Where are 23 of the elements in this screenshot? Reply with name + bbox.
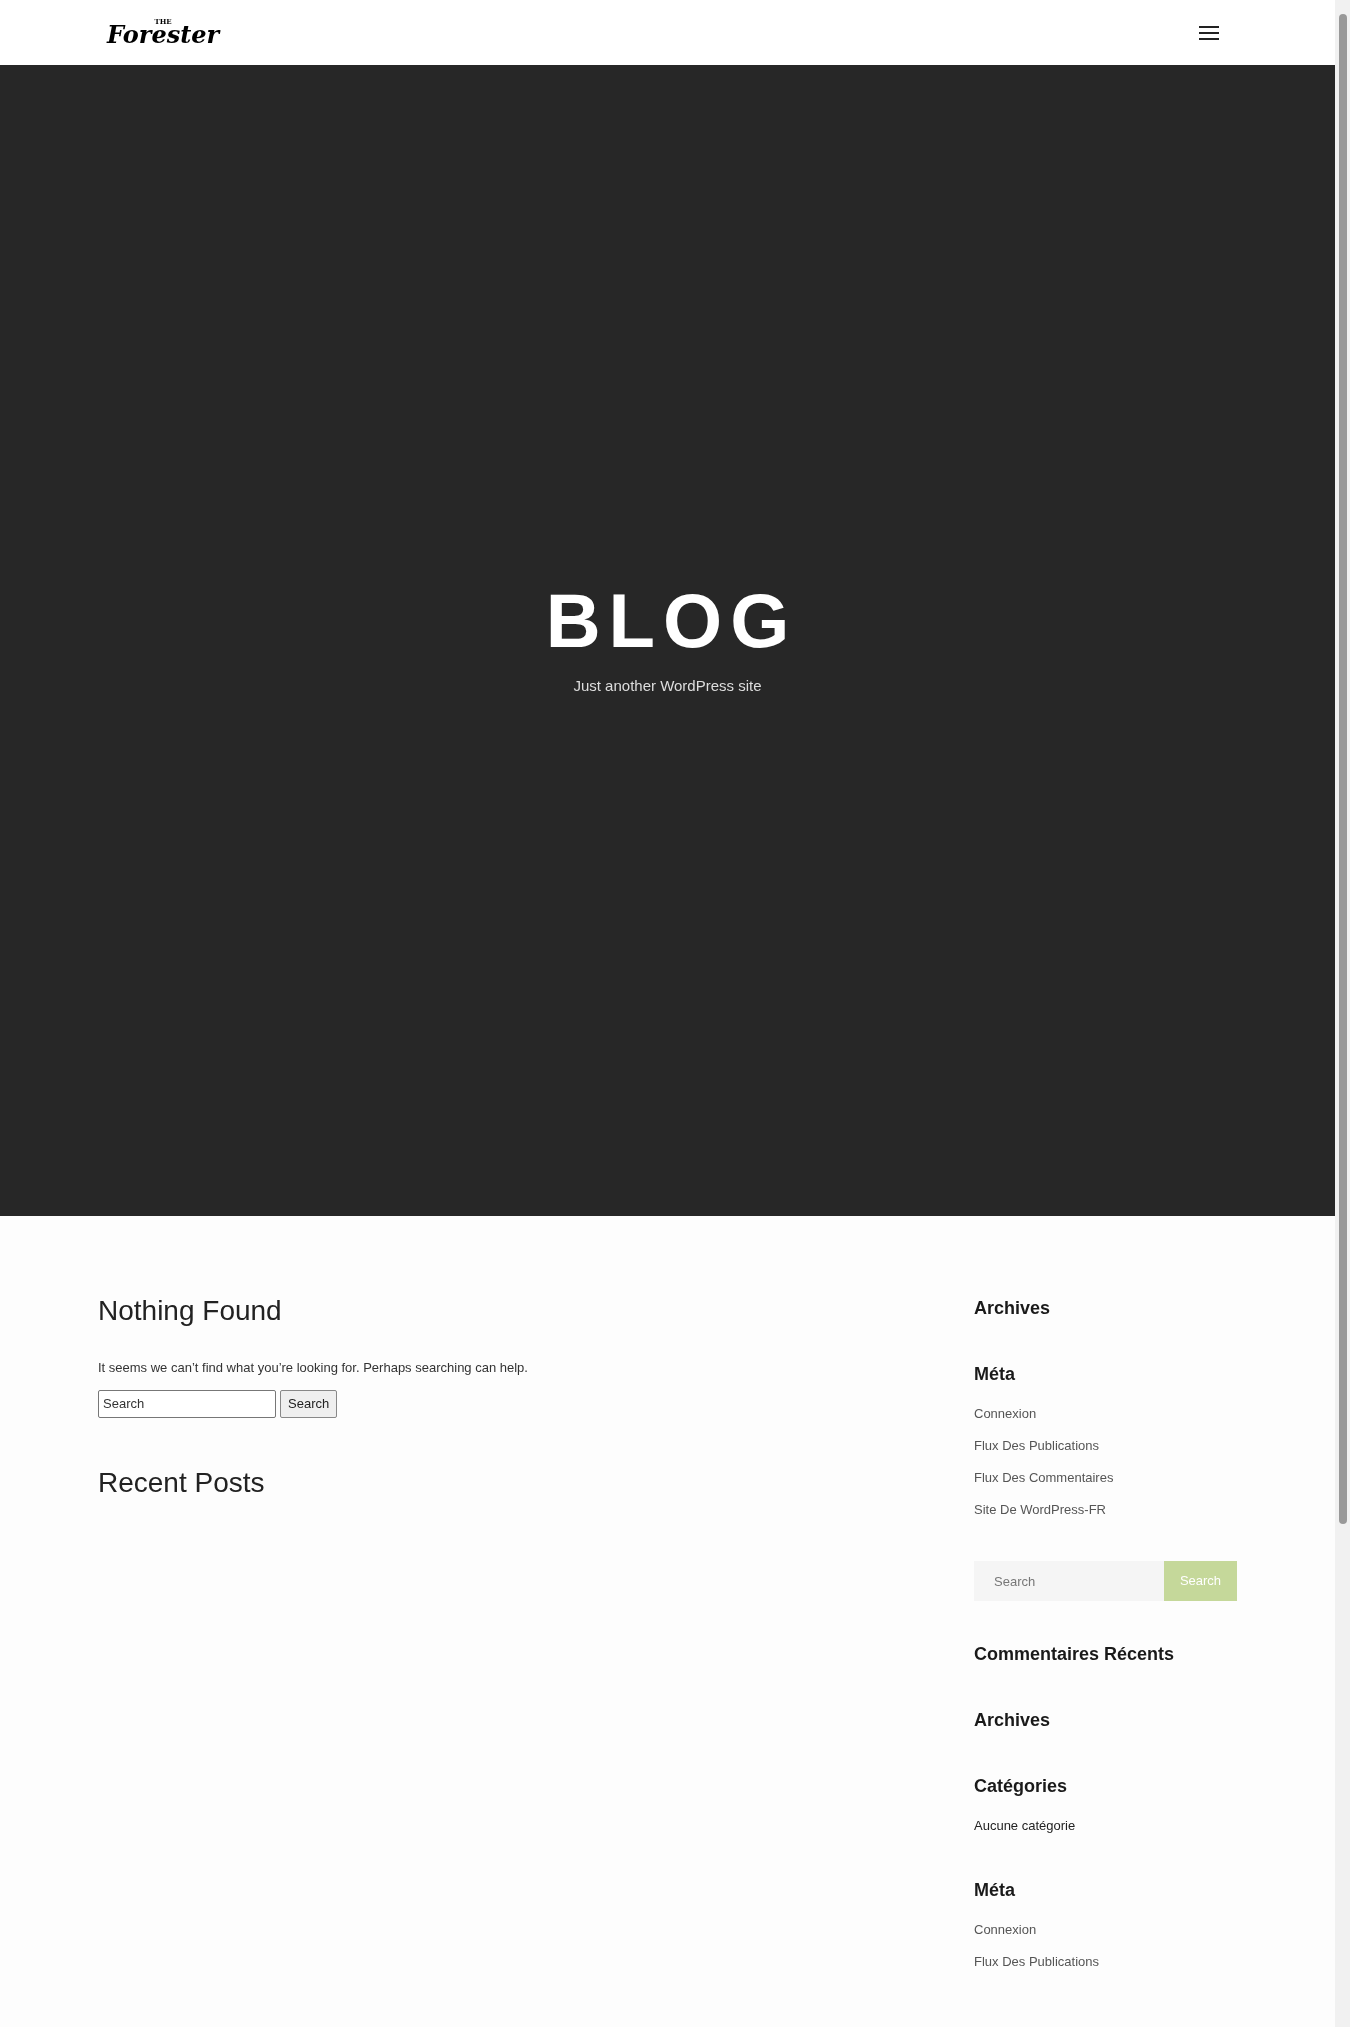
scrollbar[interactable] xyxy=(1335,0,1350,2027)
sidebar-link[interactable]: Connexion xyxy=(974,1403,1237,1425)
message-text: It seems we can’t find what you’re looking for. Perhaps searching can help. xyxy=(98,1359,529,1377)
hero-subtitle: Just another WordPress site xyxy=(573,676,762,697)
sidebar-link[interactable]: Aucune catégorie xyxy=(974,1815,1237,1837)
menu-icon[interactable] xyxy=(1199,25,1219,40)
search-button[interactable]: Search xyxy=(280,1389,338,1418)
widget-title: Archives xyxy=(974,1297,1052,1320)
sidebar-link[interactable]: Connexion xyxy=(974,1919,1237,1941)
sidebar-link[interactable]: Flux Des Publications xyxy=(974,1951,1237,1973)
widget-title: Méta xyxy=(974,1363,1016,1386)
widget-title: Commentaires Récents xyxy=(974,1643,1176,1666)
sidebar-link[interactable]: Flux Des Commentaires xyxy=(974,1467,1237,1489)
search-field[interactable]: Search xyxy=(974,1561,1164,1601)
section-title: Recent Posts xyxy=(98,1465,266,1500)
sidebar-link[interactable]: Flux Des Publications xyxy=(974,1435,1237,1457)
widget-title: Catégories xyxy=(974,1775,1069,1798)
hero-title: BLOG xyxy=(544,583,798,660)
widget-title: Archives xyxy=(974,1709,1052,1732)
search-field[interactable]: Search xyxy=(98,1389,276,1418)
sidebar-link[interactable]: Site De WordPress-FR xyxy=(974,1499,1237,1521)
page-title: Nothing Found xyxy=(98,1294,283,1328)
widget-title: Méta xyxy=(974,1879,1016,1902)
